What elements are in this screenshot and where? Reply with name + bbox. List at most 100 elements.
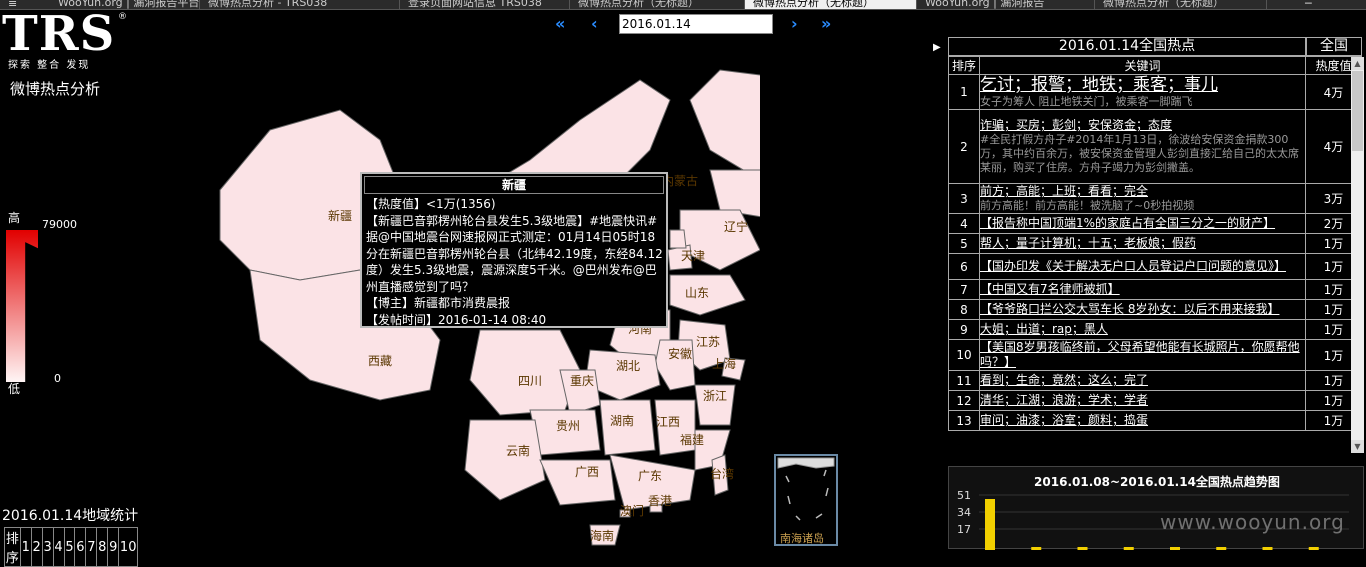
hot-topic-keyword-link[interactable]: 诈骗；买房；彭剑；安保资金；态度: [980, 118, 1305, 133]
browser-tab[interactable]: 微博热点分析（无标题）: [1095, 0, 1267, 9]
province-label: 浙江: [703, 389, 727, 403]
hot-topic-rank: 7: [948, 279, 980, 300]
legend-gradient-bar[interactable]: [6, 230, 38, 382]
hot-topic-keyword-link[interactable]: 【国办印发《关于解决无户口人员登记户口问题的意见》】: [980, 259, 1305, 274]
scroll-up-icon[interactable]: ▲: [1351, 57, 1364, 70]
hot-topic-rank: 9: [948, 319, 980, 340]
hot-topic-rank: 2: [948, 109, 980, 184]
hot-topic-cell: 前方；高能；上班；看看；完全 前方高能！前方高能！被洗脑了~0秒拍视频: [979, 183, 1306, 214]
hot-topic-summary: 前方高能！前方高能！被洗脑了~0秒拍视频: [980, 199, 1195, 212]
hot-topic-row[interactable]: 7 【中国又有7名律师被抓】 1万: [948, 279, 1362, 300]
browser-tab[interactable]: 微博热点分析（无标题）: [570, 0, 745, 9]
province-label: 香港: [648, 494, 672, 508]
hot-topic-rank: 10: [948, 339, 980, 371]
trend-bar[interactable]: [985, 499, 995, 550]
hot-topic-keyword-link[interactable]: 前方；高能；上班；看看；完全: [980, 184, 1305, 199]
region-rank-cell: 2: [30, 527, 43, 567]
legend-max-value: 79000: [42, 218, 77, 231]
hot-topic-rank: 13: [948, 410, 980, 431]
browser-tab[interactable]: WooYun.org | 漏洞报告: [917, 0, 1095, 9]
hot-topic-row[interactable]: 4 【报告称中国顶端1%的家庭占有全国三分之一的财产】 2万: [948, 213, 1362, 234]
hot-topic-row[interactable]: 8 【爷爷路口拦公交大骂车长 8岁孙女：以后不用来接我】 1万: [948, 299, 1362, 320]
hot-topics-table: 排序 关键词 热度值 1 乞讨；报警；地铁；乘客；事儿 女子为筹人 阻止地铁关门，被…: [948, 56, 1362, 431]
province-label: 海南: [590, 528, 614, 543]
province-label: 湖北: [616, 358, 640, 373]
panel-toggle-icon[interactable]: ▶: [933, 42, 941, 53]
scroll-down-icon[interactable]: ▼: [1351, 440, 1364, 453]
scope-selector[interactable]: 全国: [1306, 37, 1362, 56]
hot-topic-keyword-link[interactable]: 帮人；量子计算机；十五；老板娘；假药: [980, 236, 1305, 251]
browser-tab[interactable]: 微博热点分析 - TRS038: [200, 0, 400, 9]
hot-topic-row[interactable]: 5 帮人；量子计算机；十五；老板娘；假药 1万: [948, 233, 1362, 254]
hot-topic-cell: 【报告称中国顶端1%的家庭占有全国三分之一的财产】: [979, 213, 1306, 234]
hot-topic-row[interactable]: 6 【国办印发《关于解决无户口人员登记户口问题的意见》】 1万: [948, 253, 1362, 280]
hot-topic-cell: 帮人；量子计算机；十五；老板娘；假药: [979, 233, 1306, 254]
hot-topic-row[interactable]: 1 乞讨；报警；地铁；乘客；事儿 女子为筹人 阻止地铁关门，被乘客一脚踹飞 4万: [948, 74, 1362, 110]
region-rank-cell: 7: [85, 527, 98, 567]
tooltip-heat: 【热度值】<1万(1356): [366, 197, 496, 211]
province-label: 西藏: [368, 354, 392, 368]
province-label: 福建: [680, 432, 704, 447]
hot-topics-panel: 2016.01.14全国热点 全国 排序 关键词 热度值 1 乞讨；报警；地铁；乘…: [948, 37, 1362, 431]
region-rank-header: 排序: [4, 527, 21, 567]
province-label: 云南: [506, 443, 530, 458]
region-rank-cell: 3: [41, 527, 54, 567]
province-label: 江西: [656, 415, 680, 429]
hot-topic-cell: 大姐；出道；rap；黑人: [979, 319, 1306, 340]
date-input[interactable]: [619, 14, 773, 34]
region-rank-cell: 10: [118, 527, 139, 567]
region-rank-cell: 8: [96, 527, 109, 567]
province-label: 山东: [685, 286, 709, 300]
region-rank-cell: 9: [107, 527, 120, 567]
hot-topic-cell: 审问；油漆；浴室；颜料；捣蛋: [979, 410, 1306, 431]
hot-topic-keyword-link[interactable]: 清华；江湖；浪游；学术；学者: [980, 393, 1305, 408]
region-rank-cell: 6: [74, 527, 87, 567]
column-header-rank: 排序: [948, 56, 980, 75]
province-label: 辽宁: [724, 219, 748, 234]
hot-topic-row[interactable]: 2 诈骗；买房；彭剑；安保资金；态度 #全民打假方舟子#2014年1月13日，徐波给…: [948, 109, 1362, 184]
browser-tab[interactable]: 登录页面网站信息 TRS038: [400, 0, 570, 9]
hot-topic-row[interactable]: 13 审问；油漆；浴室；颜料；捣蛋 1万: [948, 410, 1362, 431]
hot-list-scrollbar[interactable]: ▲ ▼: [1351, 57, 1364, 453]
province-28[interactable]: [669, 229, 687, 249]
hot-topic-rank: 5: [948, 233, 980, 254]
prev-week-button[interactable]: «: [555, 14, 565, 33]
province-20[interactable]: [464, 419, 546, 501]
region-rank-cell: 1: [19, 527, 32, 567]
tooltip-title: 新疆: [364, 176, 664, 194]
hot-topic-row[interactable]: 12 清华；江湖；浪游；学术；学者 1万: [948, 390, 1362, 411]
province-4[interactable]: [689, 69, 760, 181]
region-rank-table: 排序 1 2 3 4 5 6 7 8 9 10: [4, 527, 139, 567]
province-label: 四川: [518, 374, 542, 388]
hot-topic-rank: 6: [948, 253, 980, 280]
minimize-icon[interactable]: ─: [1305, 0, 1312, 9]
province-label: 贵州: [556, 419, 580, 433]
scrollbar-thumb[interactable]: [1352, 71, 1363, 151]
hot-topic-row[interactable]: 9 大姐；出道；rap；黑人 1万: [948, 319, 1362, 340]
hot-topic-rank: 3: [948, 183, 980, 214]
hot-topic-keyword-link[interactable]: 审问；油漆；浴室；颜料；捣蛋: [980, 413, 1305, 428]
hot-topic-keyword-link[interactable]: 看到；生命；竟然；这么；完了: [980, 373, 1305, 388]
browser-tab-active[interactable]: 微博热点分析（无标题）: [745, 0, 917, 9]
hot-topic-cell: 诈骗；买房；彭剑；安保资金；态度 #全民打假方舟子#2014年1月13日，徐波给安…: [979, 109, 1306, 184]
hot-topic-cell: 【美国8岁男孩临终前，父母希望他能有长城照片，你愿帮他吗？】: [979, 339, 1306, 371]
hot-topic-keyword-link[interactable]: 【美国8岁男孩临终前，父母希望他能有长城照片，你愿帮他吗？】: [980, 340, 1305, 370]
province-label: 江苏: [696, 335, 720, 349]
prev-day-button[interactable]: ‹: [591, 14, 598, 33]
trs-logo: TRS ® 探索 整合 发现: [2, 10, 132, 71]
browser-tab-strip: ≡ WooYun.org | 漏洞报告平台 微博热点分析 - TRS038 登录…: [0, 0, 1366, 10]
hot-topic-row[interactable]: 11 看到；生命；竟然；这么；完了 1万: [948, 370, 1362, 391]
hot-topic-keyword-link[interactable]: 乞讨；报警；地铁；乘客；事儿: [980, 75, 1305, 95]
hot-topic-keyword-link[interactable]: 【中国又有7名律师被抓】: [980, 282, 1305, 297]
hot-topic-keyword-link[interactable]: 【报告称中国顶端1%的家庭占有全国三分之一的财产】: [980, 216, 1305, 231]
next-day-button[interactable]: ›: [791, 14, 798, 33]
province-label: 重庆: [570, 374, 594, 388]
hot-topic-keyword-link[interactable]: 大姐；出道；rap；黑人: [980, 322, 1305, 337]
hot-topic-row[interactable]: 10 【美国8岁男孩临终前，父母希望他能有长城照片，你愿帮他吗？】 1万: [948, 339, 1362, 371]
hot-topic-cell: 【爷爷路口拦公交大骂车长 8岁孙女：以后不用来接我】: [979, 299, 1306, 320]
province-label: 天津: [681, 249, 705, 263]
hot-topic-rank: 8: [948, 299, 980, 320]
hot-topic-row[interactable]: 3 前方；高能；上班；看看；完全 前方高能！前方高能！被洗脑了~0秒拍视频 3万: [948, 183, 1362, 214]
next-week-button[interactable]: »: [821, 14, 831, 33]
hot-topic-keyword-link[interactable]: 【爷爷路口拦公交大骂车长 8岁孙女：以后不用来接我】: [980, 302, 1305, 317]
